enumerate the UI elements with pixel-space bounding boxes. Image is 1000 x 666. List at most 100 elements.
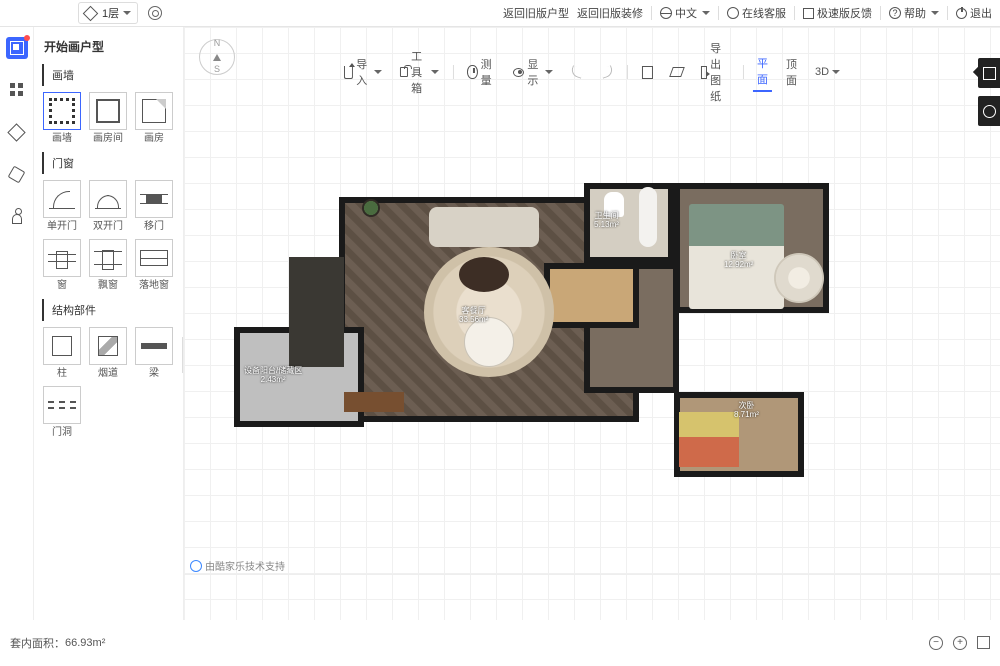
rf-layout-button[interactable] — [978, 58, 1000, 88]
chevron-down-icon — [832, 70, 840, 74]
interior-area-label: 套内面积： — [10, 635, 65, 651]
link-back-floorplan[interactable]: 返回旧版户型 — [503, 5, 569, 21]
sofa[interactable] — [429, 207, 539, 247]
tool-single-door[interactable]: 单开门 — [40, 178, 84, 234]
credit-badge[interactable]: 由酷家乐技术支持 — [190, 558, 285, 573]
canvas-footer: 由酷家乐技术支持 — [184, 557, 1000, 575]
chevron-down-icon — [374, 70, 382, 74]
fit-screen-button[interactable] — [977, 636, 990, 649]
tool-floor-window[interactable]: 落地窗 — [132, 237, 176, 293]
chevron-down-icon — [545, 70, 553, 74]
person-icon — [12, 214, 22, 224]
gear-icon[interactable] — [148, 6, 162, 20]
headset-icon — [727, 7, 739, 19]
help-dropdown[interactable]: ?帮助 — [889, 5, 939, 21]
divider — [794, 6, 795, 20]
leftnav-materials[interactable] — [6, 79, 28, 101]
tb-erase[interactable] — [667, 64, 687, 80]
tool-beam[interactable]: 梁 — [132, 325, 176, 381]
view-plan[interactable]: 平面 — [753, 52, 772, 92]
label-bed2: 次卧8.71m² — [734, 402, 759, 420]
cat-walls: 画墙 — [42, 64, 177, 86]
view-ceiling[interactable]: 顶面 — [782, 53, 801, 91]
tool-column[interactable]: 柱 — [40, 325, 84, 381]
measure-icon — [467, 65, 477, 79]
panel-title: 开始画户型 — [40, 35, 177, 58]
interior-area-value: 66.93m² — [65, 637, 105, 649]
tool-draw-wall[interactable]: 画墙 — [40, 90, 84, 146]
leftnav-floorplan[interactable] — [6, 37, 28, 59]
rf-camera-button[interactable] — [978, 96, 1000, 126]
leftnav-cube[interactable] — [6, 121, 28, 143]
tool-draw-room[interactable]: 画房间 — [86, 90, 130, 146]
redo-icon — [600, 65, 615, 79]
chevron-down-icon — [702, 11, 710, 15]
bed-small[interactable] — [679, 412, 739, 467]
zoom-out-button[interactable]: − — [929, 636, 943, 650]
zoom-in-button[interactable]: + — [953, 636, 967, 650]
cat-doors: 门窗 — [42, 152, 177, 174]
exit-button[interactable]: 退出 — [956, 5, 992, 21]
plant[interactable] — [362, 199, 380, 217]
tb-toolbox[interactable]: 工具箱 — [396, 45, 443, 99]
right-floating-tools — [978, 58, 1000, 126]
link-back-decorate[interactable]: 返回旧版装修 — [577, 5, 643, 21]
compass[interactable]: N S — [199, 39, 235, 75]
floor-selector[interactable]: 1层 — [78, 2, 138, 24]
label-balc: 设备阳台/储藏区2.43m² — [244, 367, 302, 385]
coffee-table[interactable] — [459, 257, 509, 292]
import-icon — [344, 66, 353, 79]
divider — [947, 6, 948, 20]
link-customer-service[interactable]: 在线客服 — [727, 5, 786, 21]
cube-icon — [7, 123, 25, 141]
tb-measure[interactable]: 测量 — [463, 53, 499, 91]
question-icon: ? — [889, 7, 901, 19]
divider — [880, 6, 881, 20]
kitchen-counter[interactable] — [289, 257, 344, 367]
hexagon-icon — [8, 165, 26, 183]
compass-s: S — [214, 65, 220, 74]
tool-bay-window[interactable]: 飘窗 — [86, 237, 130, 293]
bathtub[interactable] — [639, 187, 657, 247]
tool-window[interactable]: 窗 — [40, 237, 84, 293]
eye-icon — [513, 68, 524, 77]
feedback-icon — [803, 8, 814, 19]
eraser-icon — [669, 67, 685, 77]
label-living: 客餐厅33.56m² — [459, 307, 488, 325]
paste-icon — [642, 66, 653, 79]
tool-door-hole[interactable]: 门洞 — [40, 384, 84, 440]
divider — [718, 6, 719, 20]
undo-icon — [570, 65, 585, 79]
view-3d[interactable]: 3D — [811, 63, 844, 81]
globe-icon — [660, 7, 672, 19]
tb-undo[interactable] — [567, 64, 587, 80]
tb-redo[interactable] — [597, 64, 617, 80]
compass-n: N — [214, 39, 221, 48]
tool-flue[interactable]: 烟道 — [86, 325, 130, 381]
tb-display[interactable]: 显示 — [509, 53, 557, 91]
shelf[interactable] — [344, 392, 404, 412]
divider — [651, 6, 652, 20]
grid-icon — [10, 83, 24, 97]
topbar: 1层 返回旧版户型 返回旧版装修 中文 在线客服 极速版反馈 ?帮助 退出 — [0, 0, 1000, 27]
leftnav-user[interactable] — [6, 205, 28, 227]
room-kitchen[interactable] — [544, 263, 639, 328]
leftnav-structure[interactable] — [6, 163, 28, 185]
floorplan-render[interactable]: 客餐厅33.56m² 卫生间5.13m² 卧室12.92m² 设备阳台/储藏区2… — [234, 177, 829, 487]
tool-double-door[interactable]: 双开门 — [86, 178, 130, 234]
rug-round[interactable] — [774, 253, 824, 303]
canvas[interactable]: N S 导入 工具箱 测量 显示 导出图纸 平面 顶面 3D — [184, 27, 1000, 620]
tool-sliding-door[interactable]: 移门 — [132, 178, 176, 234]
language-selector[interactable]: 中文 — [660, 5, 710, 21]
link-feedback[interactable]: 极速版反馈 — [803, 5, 872, 21]
label-bed: 卧室12.92m² — [724, 252, 753, 270]
tb-import[interactable]: 导入 — [340, 53, 386, 91]
tb-paste[interactable] — [638, 63, 657, 82]
export-icon — [701, 66, 707, 79]
canvas-toolbar: 导入 工具箱 测量 显示 导出图纸 平面 顶面 3D — [332, 33, 852, 111]
tool-draw-area[interactable]: 画房 — [132, 90, 176, 146]
label-bath: 卫生间5.13m² — [594, 212, 619, 230]
tb-export[interactable]: 导出图纸 — [697, 37, 733, 107]
toolbox-icon — [400, 67, 408, 77]
power-icon — [956, 8, 967, 19]
